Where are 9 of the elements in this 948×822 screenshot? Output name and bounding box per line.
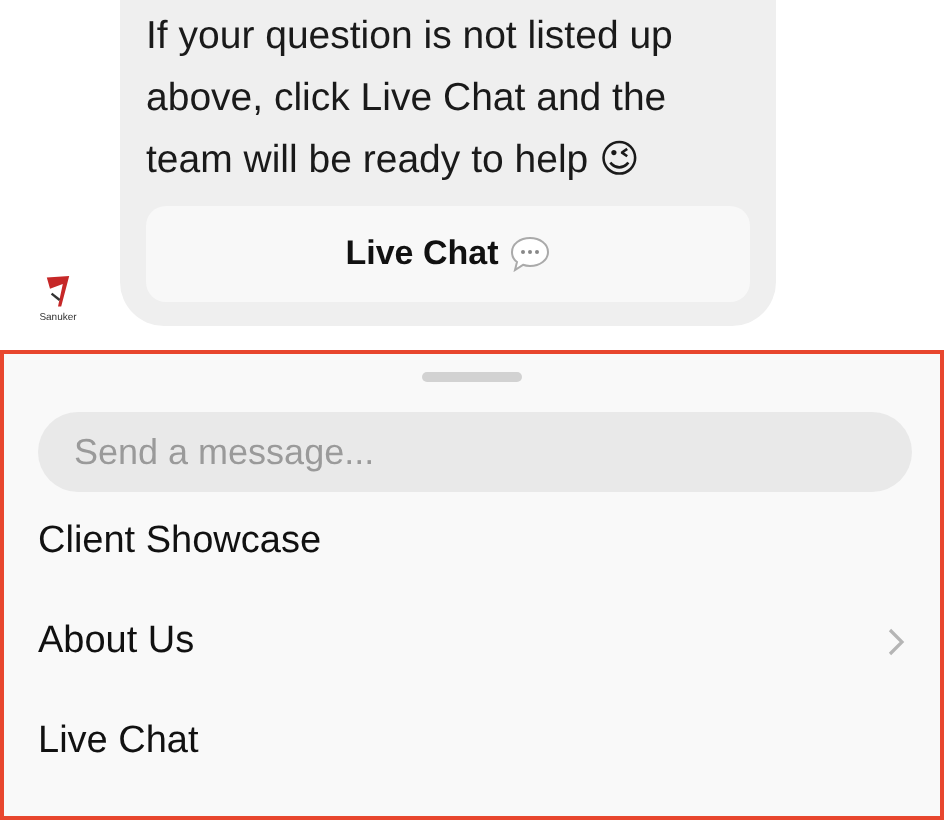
live-chat-button[interactable]: Live Chat bbox=[146, 206, 750, 302]
menu-item[interactable]: About Us bbox=[4, 592, 940, 692]
message-input[interactable]: Send a message... bbox=[38, 412, 912, 492]
speech-bubble-icon bbox=[510, 236, 551, 272]
logo-icon bbox=[42, 272, 74, 312]
menu-item[interactable]: Live Chat bbox=[4, 692, 940, 792]
menu-item[interactable]: Client Showcase bbox=[4, 492, 940, 592]
message-text: If your question is not listed up above, click Live Chat and the team will be ready to help 😉 bbox=[146, 14, 673, 182]
drag-handle[interactable] bbox=[422, 372, 522, 382]
